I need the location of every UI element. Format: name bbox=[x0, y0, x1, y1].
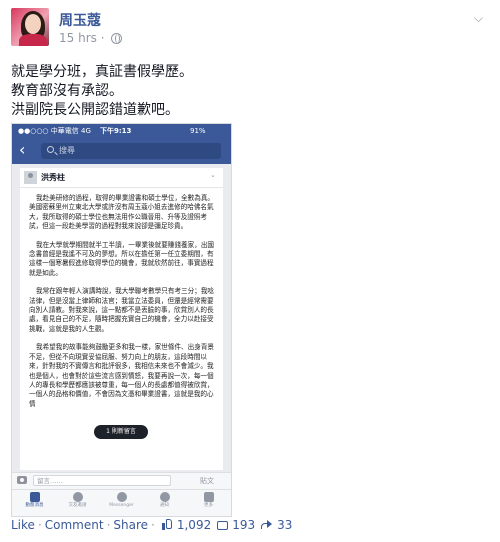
facebook-post: 周玉蔻 15 hrs · ⌵ 就是學分班，真証書假學歷。 教育部沒有承認。 洪副… bbox=[0, 0, 500, 542]
globe-icon[interactable] bbox=[111, 33, 123, 44]
messenger-icon bbox=[116, 492, 127, 502]
action-separator: · bbox=[106, 518, 111, 532]
attached-screenshot[interactable]: ●●○○○ 中華電信 4G 下午9:13 91% ‹ 搜尋 洪秀柱 ⌄ 我赴美研… bbox=[11, 123, 232, 517]
more-icon bbox=[203, 492, 214, 502]
comment-bubble-icon[interactable] bbox=[217, 521, 229, 530]
tab-label: Messenger bbox=[109, 503, 134, 508]
post-action-bar: Like · Comment · Share · 1,092 193 33 bbox=[11, 517, 292, 534]
tab-label: 更多 bbox=[204, 503, 213, 508]
friends-icon bbox=[72, 492, 83, 502]
phone-tab-bar: 動態消息 交友邀請 Messenger 通知 更多 bbox=[12, 489, 231, 516]
article-paragraph: 我在大學就學期間就半工半讀，一畢業後就要賺錢養家，出國念書曾經是我遙不可及的夢想… bbox=[29, 240, 215, 277]
post-meta: 15 hrs · bbox=[59, 31, 123, 45]
card-author-name: 洪秀柱 bbox=[41, 173, 65, 182]
share-arrow-icon[interactable] bbox=[261, 520, 273, 530]
phone-status-bar: ●●○○○ 中華電信 4G 下午9:13 91% bbox=[12, 124, 231, 138]
avatar-body bbox=[19, 34, 47, 46]
post-text-line: 就是學分班，真証書假學歷。 bbox=[11, 64, 193, 80]
new-comment-toast: 1 則新留言 bbox=[94, 425, 148, 439]
card-divider bbox=[20, 187, 223, 188]
news-feed-icon bbox=[29, 492, 40, 502]
card-article-text: 我赴美研修的過程，取得的畢業證書和碩士學位，全數為真。美國密蘇里州立東北大學或許… bbox=[29, 194, 217, 418]
tab-more: 更多 bbox=[187, 492, 230, 516]
post-timestamp-link[interactable]: 15 hrs bbox=[59, 31, 97, 45]
phone-send-label: 貼文 bbox=[200, 477, 214, 485]
like-thumb-icon[interactable] bbox=[161, 519, 173, 530]
tab-news-feed: 動態消息 bbox=[13, 492, 56, 516]
phone-search-placeholder: 搜尋 bbox=[59, 146, 75, 155]
article-paragraph: 我常在跟年輕人演講時說，我大學聯考數學只有考三分；我唸法律，但是沒當上律師和法官… bbox=[29, 287, 215, 333]
status-time: 下午9:13 bbox=[100, 127, 132, 135]
phone-comment-bar: 留言…… 貼文 bbox=[12, 472, 231, 489]
phone-nav-bar: ‹ 搜尋 bbox=[12, 138, 231, 164]
comment-link[interactable]: Comment bbox=[45, 518, 104, 532]
author-name-link[interactable]: 周玉蔻 bbox=[59, 10, 101, 30]
phone-comment-input: 留言…… bbox=[33, 475, 171, 486]
search-icon bbox=[47, 146, 54, 153]
post-text-line: 洪副院長公開認錯道歉吧。 bbox=[11, 102, 179, 118]
post-text: 就是學分班，真証書假學歷。 教育部沒有承認。 洪副院長公開認錯道歉吧。 bbox=[11, 63, 193, 120]
tab-label: 交友邀請 bbox=[68, 503, 87, 508]
status-battery: 91% bbox=[190, 127, 206, 135]
tab-messenger: Messenger bbox=[100, 492, 143, 516]
likes-count[interactable]: 1,092 bbox=[177, 518, 211, 532]
status-carrier: ●●○○○ 中華電信 4G bbox=[18, 127, 91, 135]
phone-search-box: 搜尋 bbox=[41, 143, 221, 159]
back-arrow-icon: ‹ bbox=[19, 140, 26, 159]
chevron-down-icon[interactable]: ⌵ bbox=[474, 12, 486, 24]
camera-icon bbox=[17, 476, 27, 484]
shares-count[interactable]: 33 bbox=[277, 518, 292, 532]
comments-count[interactable]: 193 bbox=[232, 518, 255, 532]
author-avatar[interactable] bbox=[11, 8, 49, 46]
card-chevron-icon: ⌄ bbox=[210, 171, 216, 179]
globe-notification-icon bbox=[159, 492, 170, 502]
meta-separator: · bbox=[100, 31, 105, 45]
post-text-line: 教育部沒有承認。 bbox=[11, 83, 123, 99]
card-author-avatar bbox=[24, 171, 37, 184]
like-link[interactable]: Like bbox=[11, 518, 35, 532]
share-link[interactable]: Share bbox=[113, 518, 148, 532]
tab-friend-requests: 交友邀請 bbox=[56, 492, 99, 516]
action-separator: · bbox=[37, 518, 42, 532]
tab-label: 通知 bbox=[160, 503, 169, 508]
article-paragraph: 我希望我的故事能夠鼓勵更多和我一樣，家世條件、出身背景不足，但從不向現實妥協屈服… bbox=[29, 343, 215, 408]
article-paragraph: 我赴美研修的過程，取得的畢業證書和碩士學位，全數為真。美國密蘇里州立東北大學或許… bbox=[29, 194, 215, 231]
tab-notifications: 通知 bbox=[143, 492, 186, 516]
avatar-face bbox=[25, 14, 41, 34]
tab-label: 動態消息 bbox=[25, 503, 44, 508]
action-separator: · bbox=[151, 518, 155, 532]
